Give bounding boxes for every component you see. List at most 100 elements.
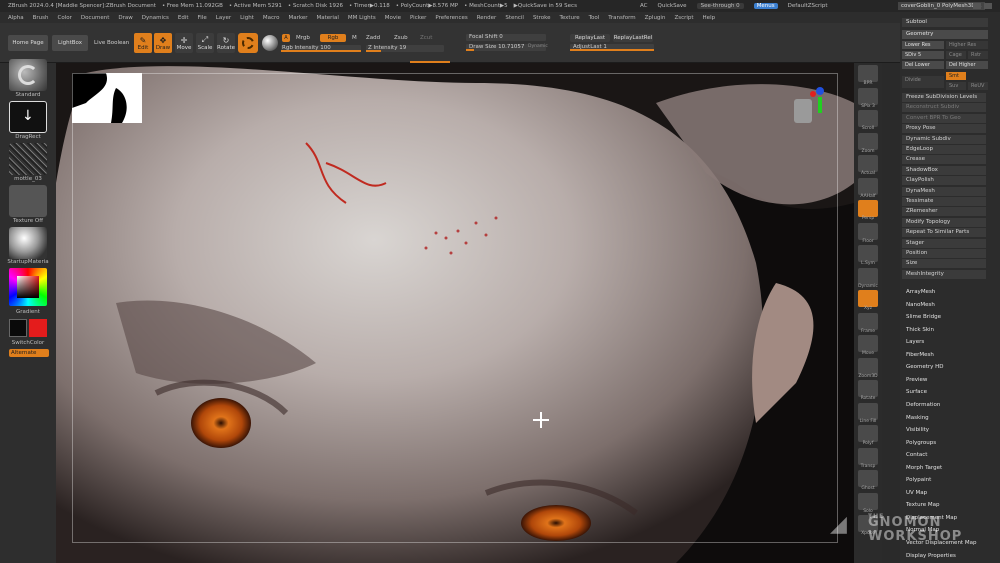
suv-toggle[interactable]: Suv: [946, 82, 966, 90]
palette-menu-morph-target[interactable]: Morph Target: [906, 464, 942, 472]
lower-res-button[interactable]: Lower Res: [902, 41, 944, 49]
menu-mm-lights[interactable]: MM Lights: [348, 15, 376, 21]
geometry-row-meshintegrity[interactable]: MeshIntegrity: [902, 269, 986, 279]
quicksave-button[interactable]: QuickSave: [658, 3, 687, 9]
adjust-last-slider[interactable]: AdjustLast 1: [570, 44, 654, 51]
minimize-icon[interactable]: [973, 3, 981, 9]
geometry-row-edgeloop[interactable]: EdgeLoop: [902, 145, 986, 154]
palette-menu-thick-skin[interactable]: Thick Skin: [906, 326, 934, 334]
palette-menu-nanomesh[interactable]: NanoMesh: [906, 301, 935, 309]
edit-button[interactable]: ✎ Edit: [134, 33, 152, 53]
divide-button[interactable]: Divide: [902, 76, 944, 88]
geometry-row-repeat-to-similar-parts[interactable]: Repeat To Similar Parts: [902, 228, 986, 238]
palette-menu-texture-map[interactable]: Texture Map: [906, 501, 940, 509]
geometry-row-proxy-pose[interactable]: Proxy Pose: [902, 124, 986, 134]
menu-preferences[interactable]: Preferences: [435, 15, 467, 21]
switch-color-button[interactable]: SwitchColor: [0, 340, 56, 346]
rotate-button[interactable]: ↻ Rotate: [217, 33, 235, 53]
dock-rotate-button[interactable]: [858, 380, 878, 397]
higher-res-button[interactable]: Higher Res: [946, 41, 988, 49]
reuv-toggle[interactable]: ReUV: [968, 82, 988, 90]
cage-button[interactable]: Cage: [946, 51, 966, 59]
move-button[interactable]: ✛ Move: [175, 33, 193, 53]
palette-menu-fibermesh[interactable]: FiberMesh: [906, 351, 934, 359]
menu-brush[interactable]: Brush: [33, 15, 49, 21]
smt-toggle[interactable]: Smt: [946, 72, 966, 80]
dock-transp-button[interactable]: [858, 447, 878, 465]
close-icon[interactable]: [984, 3, 992, 9]
palette-menu-preview[interactable]: Preview: [906, 376, 927, 384]
geometry-row-dynamic-subdiv[interactable]: Dynamic Subdiv: [902, 134, 986, 144]
menu-zplugin[interactable]: Zplugin: [645, 15, 666, 21]
secondary-color-swatch[interactable]: [29, 319, 47, 337]
menu-layer[interactable]: Layer: [216, 15, 231, 21]
menu-picker[interactable]: Picker: [410, 15, 426, 21]
replay-last-rel-button[interactable]: ReplayLastRel: [613, 34, 653, 42]
palette-menu-slime-bridge[interactable]: Slime Bridge: [906, 313, 941, 321]
xyz-gizmo-icon[interactable]: [784, 85, 834, 140]
ac-button[interactable]: AC: [640, 3, 648, 9]
menu-movie[interactable]: Movie: [385, 15, 401, 21]
dock-bpr-button[interactable]: [858, 65, 878, 82]
palette-menu-contact[interactable]: Contact: [906, 451, 927, 459]
palette-menu-deformation[interactable]: Deformation: [906, 401, 940, 409]
menu-stroke[interactable]: Stroke: [533, 15, 551, 21]
zsub-toggle[interactable]: Zsub: [394, 35, 408, 41]
brush-icon-button[interactable]: [238, 33, 258, 53]
canvas-viewport[interactable]: [56, 63, 854, 563]
dock-frame-button[interactable]: [858, 312, 878, 330]
menus-toggle[interactable]: Menus: [753, 3, 778, 9]
geometry-row-claypolish[interactable]: ClayPolish: [902, 176, 986, 186]
palette-menu-geometry-hd[interactable]: Geometry HD: [906, 363, 944, 371]
rstr-button[interactable]: Rstr: [968, 51, 988, 59]
menu-draw[interactable]: Draw: [118, 15, 132, 21]
dock-aahalf-button[interactable]: [858, 177, 878, 195]
dock-l-sym-button[interactable]: [858, 245, 878, 262]
color-picker-square[interactable]: [17, 276, 39, 298]
subtool-header[interactable]: Subtool: [902, 18, 988, 27]
palette-menu-masking[interactable]: Masking: [906, 414, 929, 422]
menu-color[interactable]: Color: [58, 15, 72, 21]
material-thumbnail[interactable]: [9, 227, 47, 259]
palette-menu-polypaint[interactable]: Polypaint: [906, 476, 931, 484]
menu-marker[interactable]: Marker: [289, 15, 308, 21]
dock-zoom-button[interactable]: [858, 132, 878, 150]
zadd-toggle[interactable]: Zadd: [366, 35, 380, 41]
geometry-row-size[interactable]: Size: [902, 259, 986, 269]
menu-texture[interactable]: Texture: [559, 15, 579, 21]
dynamic-toggle[interactable]: Dynamic: [528, 44, 548, 49]
palette-menu-polygroups[interactable]: Polygroups: [906, 439, 936, 447]
menu-document[interactable]: Document: [81, 15, 110, 21]
dock-xyz-button[interactable]: [858, 290, 878, 307]
sdiv-slider[interactable]: SDiv 5: [902, 51, 944, 59]
scale-button[interactable]: ⤢ Scale: [196, 33, 214, 53]
dock-move-button[interactable]: [858, 335, 878, 352]
menu-stencil[interactable]: Stencil: [505, 15, 524, 21]
m-toggle[interactable]: M: [352, 35, 357, 41]
geometry-row-tessimate[interactable]: Tessimate: [902, 197, 986, 206]
alternate-button[interactable]: Alternate: [9, 349, 49, 357]
palette-menu-surface[interactable]: Surface: [906, 388, 927, 396]
brush-thumbnail[interactable]: [9, 59, 47, 91]
palette-menu-uv-map[interactable]: UV Map: [906, 489, 927, 497]
dock-scroll-button[interactable]: [858, 110, 878, 127]
zcut-toggle[interactable]: Zcut: [420, 35, 432, 41]
alpha-thumbnail[interactable]: [9, 143, 47, 175]
see-through-slider[interactable]: See-through 0: [696, 3, 744, 9]
menu-render[interactable]: Render: [477, 15, 497, 21]
color-picker[interactable]: [9, 268, 47, 306]
geometry-row-stager[interactable]: Stager: [902, 238, 986, 248]
menu-edit[interactable]: Edit: [178, 15, 189, 21]
lightbox-button[interactable]: LightBox: [52, 35, 88, 51]
geometry-row-freeze-subdivision-levels[interactable]: Freeze SubDivision Levels: [902, 93, 986, 102]
palette-menu-arraymesh[interactable]: ArrayMesh: [906, 288, 935, 296]
menu-macro[interactable]: Macro: [263, 15, 280, 21]
material-sphere-icon[interactable]: [262, 35, 278, 51]
menu-alpha[interactable]: Alpha: [8, 15, 24, 21]
dock-persp-button[interactable]: [858, 200, 878, 217]
palette-menu-layers[interactable]: Layers: [906, 338, 924, 346]
default-zscript-button[interactable]: DefaultZScript: [788, 3, 828, 9]
menu-transform[interactable]: Transform: [608, 15, 635, 21]
del-lower-button[interactable]: Del Lower: [902, 61, 944, 69]
texture-thumbnail[interactable]: [9, 185, 47, 217]
